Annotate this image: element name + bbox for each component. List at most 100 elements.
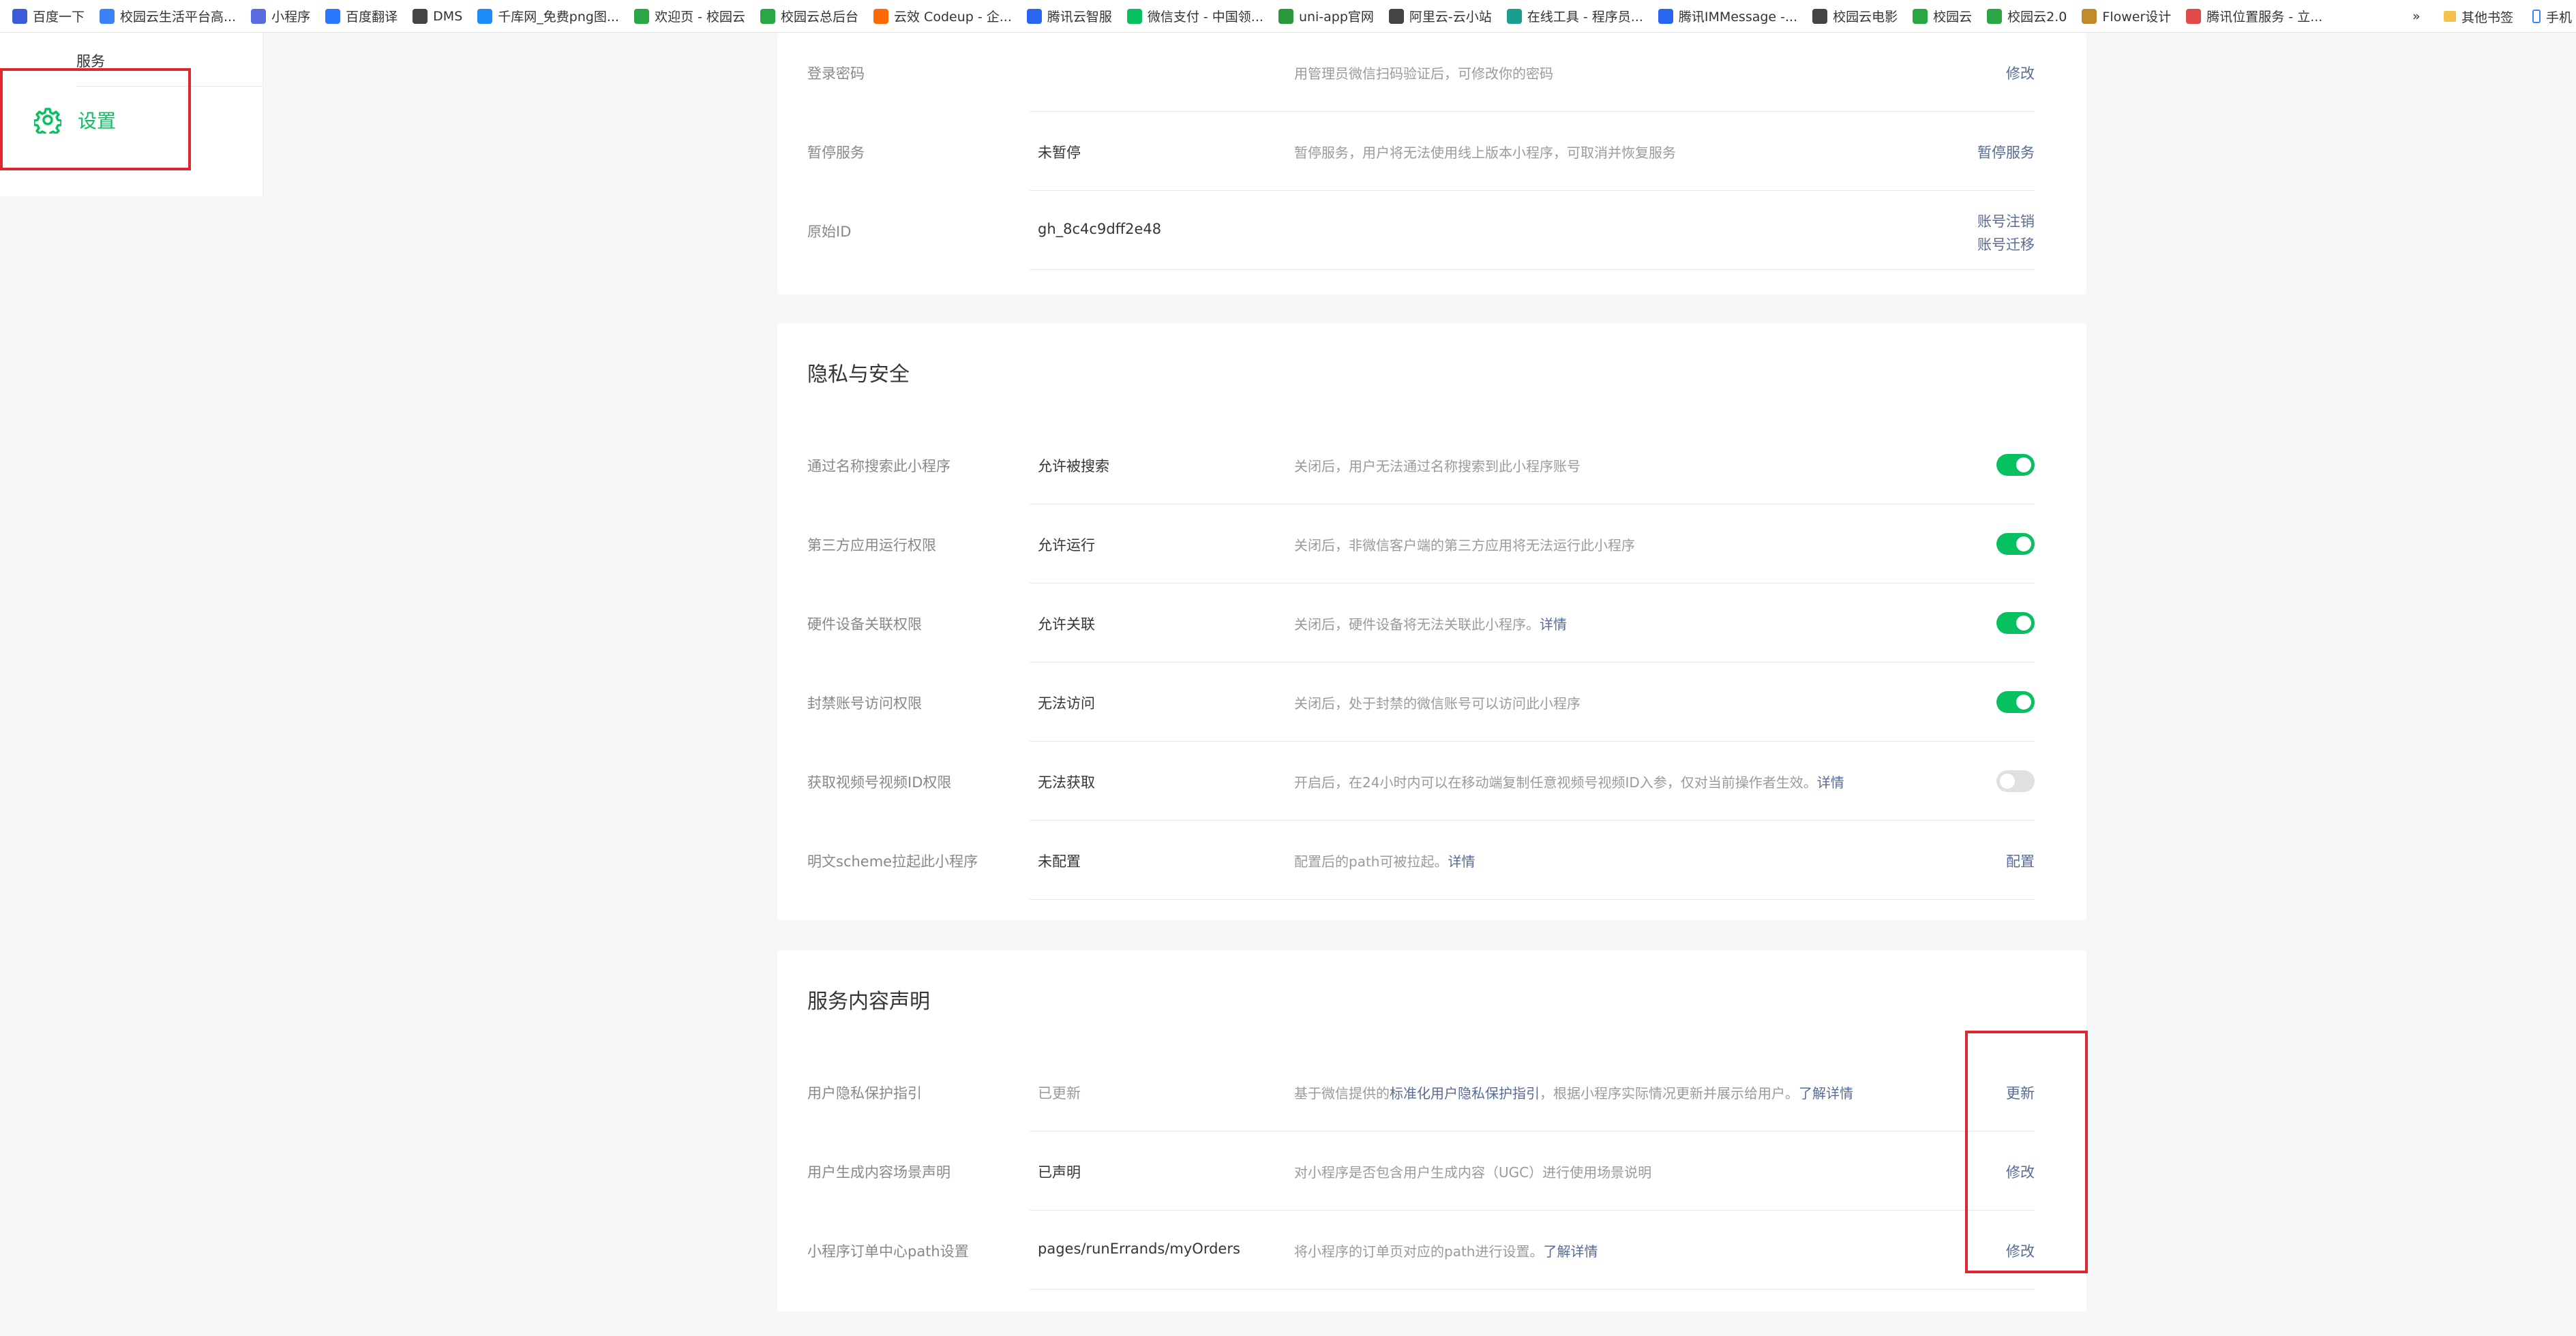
permission-toggle[interactable] [1996, 612, 2035, 634]
modify-password-link[interactable]: 修改 [2006, 63, 2035, 83]
bookmark-item[interactable]: 腾讯云智服 [1026, 7, 1112, 25]
bookmark-label: 阿里云-云小站 [1409, 10, 1492, 25]
bookmark-favicon-icon [477, 8, 493, 24]
bookmark-label: 千库网_免费png图... [498, 10, 620, 25]
row-desc: 关闭后，硬件设备将无法关联此小程序。详情 [1294, 613, 1567, 633]
bookmark-favicon-icon [1388, 8, 1404, 24]
bookmark-favicon-icon [873, 8, 889, 24]
privacy-guide-link[interactable]: 标准化用户隐私保护指引 [1390, 1085, 1540, 1102]
bookmark-label: 校园云2.0 [2007, 10, 2067, 25]
row-desc: 基于微信提供的标准化用户隐私保护指引，根据小程序实际情况更新并展示给用户。了解详… [1294, 1082, 1853, 1102]
row-desc: 关闭后，非微信客户端的第三方应用将无法运行此小程序 [1294, 534, 1635, 554]
learn-more-link[interactable]: 了解详情 [1799, 1085, 1853, 1102]
bookmark-label: 百度一下 [33, 10, 85, 25]
mobile-bookmarks-folder[interactable]: 手机 [2532, 0, 2572, 33]
account-card: 登录密码 用管理员微信扫码验证后，可修改你的密码 修改 暂停服务 未暂停 暂停服… [777, 33, 2086, 294]
highlight-box-actions [1965, 1031, 2088, 1273]
row-desc: 关闭后，处于封禁的微信账号可以访问此小程序 [1294, 693, 1581, 712]
row-value: 无法访问 [1038, 695, 1095, 712]
account-cancel-link[interactable]: 账号注销 [1977, 210, 2035, 233]
bookmark-label: 校园云电影 [1833, 10, 1898, 25]
desc-text: 关闭后，硬件设备将无法关联此小程序。 [1294, 616, 1540, 633]
row-login-password: 登录密码 用管理员微信扫码验证后，可修改你的密码 修改 [777, 33, 2086, 112]
bookmark-label: 校园云总后台 [781, 10, 859, 25]
row-value: 无法获取 [1038, 774, 1095, 791]
bookmark-item[interactable]: 微信支付 - 中国领... [1126, 7, 1263, 25]
bookmark-item[interactable]: 腾讯IMMessage -... [1658, 7, 1797, 25]
bookmark-label: Flower设计 [2102, 10, 2172, 25]
learn-more-link[interactable]: 了解详情 [1543, 1243, 1598, 1260]
desc-text: 将小程序的订单页对应的path进行设置。 [1294, 1243, 1544, 1260]
bookmark-label: 小程序 [271, 10, 311, 25]
permission-toggle[interactable] [1996, 770, 2035, 792]
details-link[interactable]: 详情 [1448, 853, 1475, 870]
permission-toggle[interactable] [1996, 454, 2035, 476]
bookmark-favicon-icon [1987, 8, 2003, 24]
other-bookmarks-label: 其他书签 [2461, 10, 2514, 25]
row-value: 允许运行 [1038, 537, 1095, 553]
bookmark-label: DMS [433, 8, 463, 24]
details-link[interactable]: 详情 [1540, 616, 1567, 633]
bookmarks-overflow-button[interactable]: » [2412, 0, 2421, 33]
privacy-row: 硬件设备关联权限 允许关联 关闭后，硬件设备将无法关联此小程序。详情 [777, 583, 2086, 663]
details-link[interactable]: 详情 [1817, 774, 1844, 791]
bookmark-item[interactable]: 千库网_免费png图... [477, 7, 619, 25]
privacy-row: 获取视频号视频ID权限 无法获取 开启后，在24小时内可以在移动端复制任意视频号视频… [777, 742, 2086, 821]
folder-icon [2444, 11, 2456, 22]
desc-text: 开启后，在24小时内可以在移动端复制任意视频号视频ID入参，仅对当前操作者生效。 [1294, 774, 1817, 791]
bookmark-favicon-icon [1278, 8, 1293, 24]
row-label: 通过名称搜索此小程序 [807, 458, 950, 474]
highlight-box-settings [0, 68, 191, 170]
bookmark-item[interactable]: 云效 Codeup - 企... [873, 7, 1012, 25]
row-label: 第三方应用运行权限 [807, 537, 936, 553]
bookmark-item[interactable]: 百度一下 [12, 7, 85, 25]
row-label: 暂停服务 [807, 145, 865, 161]
bookmark-item[interactable]: Flower设计 [2082, 7, 2171, 25]
privacy-security-card: 隐私与安全 通过名称搜索此小程序 允许被搜索 关闭后，用户无法通过名称搜索到此小程序… [777, 323, 2086, 920]
mobile-bookmarks-label: 手机 [2546, 10, 2573, 25]
bookmark-item[interactable]: DMS [413, 8, 463, 24]
configure-link[interactable]: 配置 [2006, 851, 2035, 871]
bookmark-label: 校园云 [1933, 10, 1973, 25]
bookmark-label: 腾讯云智服 [1047, 10, 1112, 25]
bookmark-item[interactable]: 在线工具 - 程序员... [1506, 7, 1643, 25]
bookmark-label: 腾讯位置服务 - 立... [2206, 10, 2323, 25]
bookmark-item[interactable]: uni-app官网 [1278, 7, 1374, 25]
other-bookmarks-folder[interactable]: 其他书签 [2444, 0, 2513, 33]
row-value: 允许关联 [1038, 616, 1095, 633]
phone-icon [2532, 10, 2541, 23]
bookmark-item[interactable]: 腾讯位置服务 - 立... [2186, 7, 2322, 25]
bookmark-label: 腾讯IMMessage -... [1678, 10, 1798, 25]
desc-text: 关闭后，用户无法通过名称搜索到此小程序账号 [1294, 458, 1581, 474]
bookmark-item[interactable]: 校园云电影 [1812, 7, 1898, 25]
permission-toggle[interactable] [1996, 533, 2035, 555]
bookmark-favicon-icon [1126, 8, 1142, 24]
row-label: 获取视频号视频ID权限 [807, 774, 952, 791]
bookmark-item[interactable]: 小程序 [251, 7, 310, 25]
bookmark-favicon-icon [1812, 8, 1828, 24]
privacy-row: 明文scheme拉起此小程序 未配置 配置后的path可被拉起。详情 配置 [777, 821, 2086, 900]
bookmark-item[interactable]: 校园云总后台 [760, 7, 858, 25]
account-migrate-link[interactable]: 账号迁移 [1977, 233, 2035, 256]
bookmark-label: 在线工具 - 程序员... [1527, 10, 1643, 25]
bookmark-label: 微信支付 - 中国领... [1147, 10, 1263, 25]
row-value: 允许被搜索 [1038, 458, 1109, 474]
bookmark-item[interactable]: 百度翻译 [325, 7, 398, 25]
bookmark-item[interactable]: 校园云生活平台高... [100, 7, 236, 25]
row-order-path: 小程序订单中心path设置 pages/runErrands/myOrders … [777, 1211, 2086, 1290]
row-divider [1030, 269, 2035, 270]
row-value: 已更新 [1038, 1085, 1081, 1102]
row-desc: 对小程序是否包含用户生成内容（UGC）进行使用场景说明 [1294, 1164, 1652, 1181]
account-actions: 账号注销 账号迁移 [1977, 210, 2035, 256]
bookmark-item[interactable]: 阿里云-云小站 [1388, 7, 1492, 25]
bookmark-item[interactable]: 校园云2.0 [1987, 7, 2067, 25]
bookmark-label: 校园云生活平台高... [120, 10, 237, 25]
bookmark-item[interactable]: 欢迎页 - 校园云 [634, 7, 745, 25]
bookmark-favicon-icon [1026, 8, 1042, 24]
bookmark-item[interactable]: 校园云 [1913, 7, 1972, 25]
pause-service-link[interactable]: 暂停服务 [1977, 142, 2035, 162]
row-value: 未暂停 [1038, 145, 1081, 161]
row-desc: 配置后的path可被拉起。详情 [1294, 851, 1475, 870]
permission-toggle[interactable] [1996, 691, 2035, 713]
bookmark-favicon-icon [251, 8, 267, 24]
